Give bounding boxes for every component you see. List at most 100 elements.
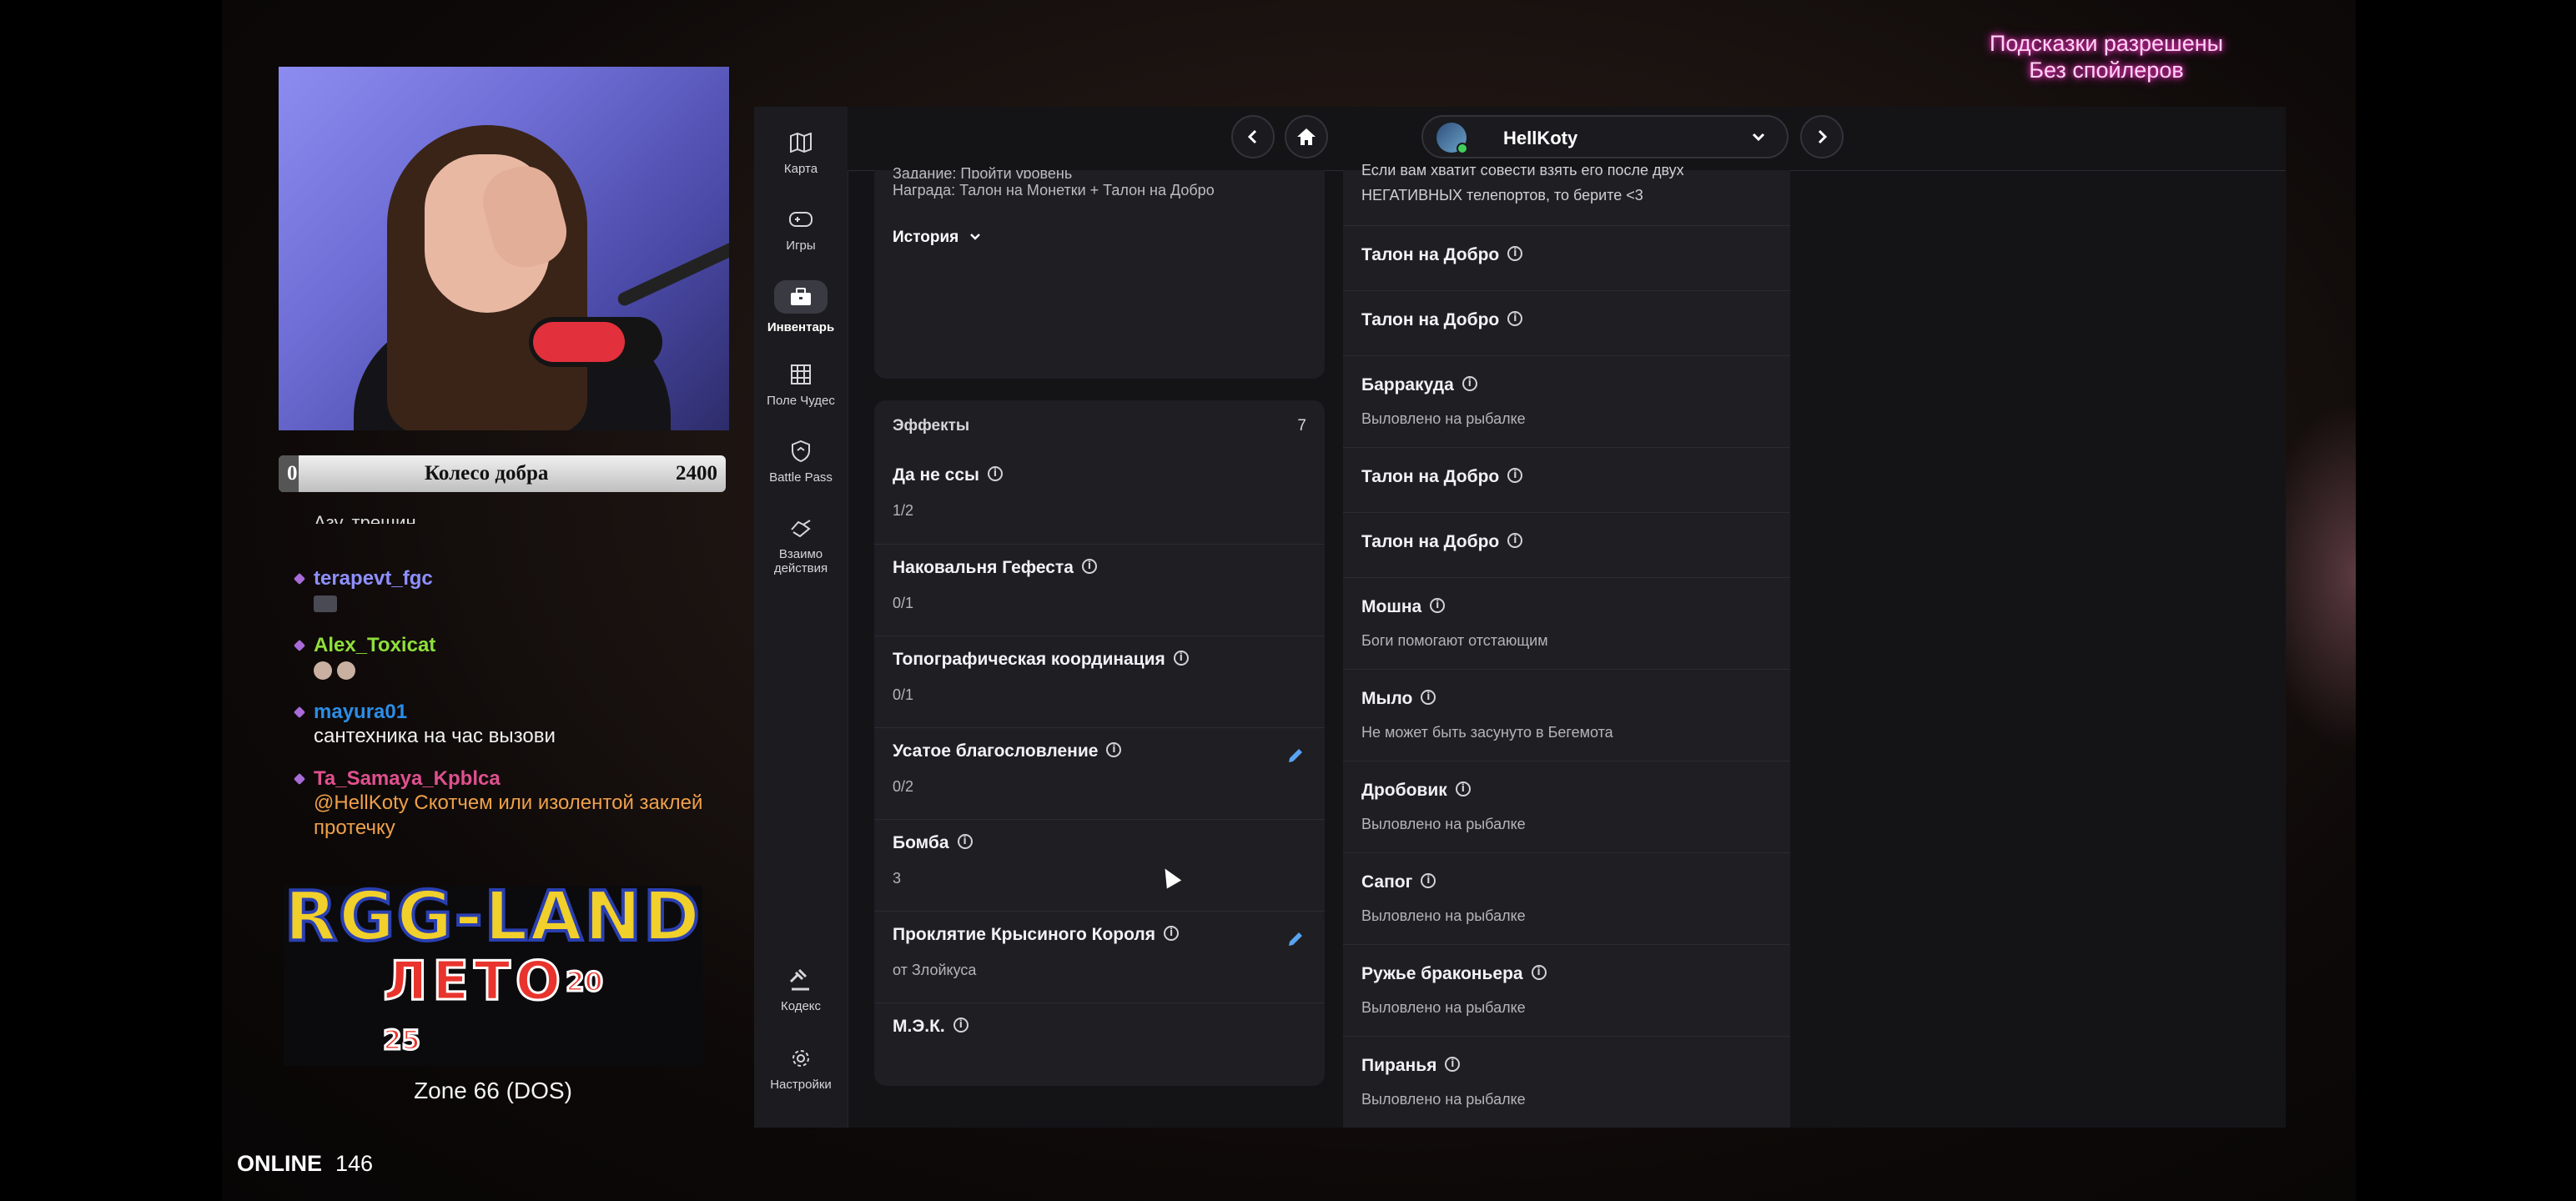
- effect-row: М.Э.К.: [874, 1003, 1325, 1078]
- hints-overlay: Подсказки разрешены Без спойлеров: [1989, 31, 2224, 83]
- wheel-title: Колесо добра: [425, 462, 549, 485]
- online-counter: ONLINE 146: [237, 1151, 374, 1176]
- emote-icon: [314, 661, 332, 680]
- info-icon[interactable]: [1445, 1057, 1461, 1073]
- username: HellKoty: [1503, 128, 1578, 148]
- info-icon[interactable]: [1507, 311, 1523, 327]
- list-item[interactable]: Мошна Боги помогают отстающим: [1343, 577, 1790, 670]
- map-icon: [786, 130, 816, 155]
- info-icon[interactable]: [1507, 246, 1523, 262]
- info-icon[interactable]: [1421, 690, 1436, 706]
- badge-icon: [293, 706, 306, 719]
- sidebar-item-battle-pass[interactable]: Battle Pass: [754, 439, 848, 485]
- info-icon[interactable]: [957, 834, 973, 850]
- effects-panel: Эффекты 7 Да не ссы 1/2 Наковальня Гефес…: [874, 400, 1325, 1086]
- gavel-icon: [786, 967, 816, 992]
- history-toggle[interactable]: История: [893, 229, 982, 247]
- sidebar-item-settings[interactable]: Настройки: [754, 1046, 848, 1092]
- info-icon[interactable]: [1106, 742, 1122, 758]
- info-icon[interactable]: [1164, 926, 1179, 942]
- effect-row: Усатое благословление 0/2: [874, 727, 1325, 820]
- info-icon[interactable]: [1081, 559, 1097, 575]
- wheel-progress-bar: 0 Колесо добра 2400: [279, 455, 726, 492]
- info-icon[interactable]: [1421, 873, 1436, 889]
- wheel-min: 0: [287, 462, 298, 485]
- sidebar-item-games[interactable]: Игры: [754, 207, 848, 253]
- list-item[interactable]: Ружье браконьера Выловлено на рыбалке: [1343, 944, 1790, 1037]
- user-selector[interactable]: HellKoty: [1421, 115, 1789, 158]
- logo-line-1: RGG-LAND: [283, 877, 702, 957]
- chat-message: Alex_Toxicat: [293, 634, 719, 682]
- emote-icon: [337, 661, 355, 680]
- chat-cut-message: Азу. трещин: [314, 512, 416, 524]
- info-icon[interactable]: [1455, 781, 1471, 797]
- inventory-list: Если вам хватит совести взять его после …: [1343, 162, 1790, 1128]
- info-icon[interactable]: [1507, 468, 1523, 484]
- list-item[interactable]: Талон на Добро: [1343, 290, 1790, 356]
- badge-icon: [293, 639, 306, 652]
- avatar: [1436, 123, 1468, 154]
- effect-row: Проклятие Крысиного Короля от Злойкуса: [874, 911, 1325, 1003]
- list-item: Если вам хватит совести взять его после …: [1343, 162, 1790, 226]
- list-item[interactable]: Барракуда Выловлено на рыбалке: [1343, 355, 1790, 448]
- grid-icon: [786, 362, 816, 387]
- chat-username: mayura01: [314, 701, 408, 723]
- chat-username: Ta_Samaya_Kpblca: [314, 767, 501, 790]
- chat-username: terapevt_fgc: [314, 567, 433, 590]
- wheel-max: 2400: [675, 462, 717, 485]
- effect-row: Да не ссы 1/2: [874, 452, 1325, 544]
- chat-username: Alex_Toxicat: [314, 634, 436, 656]
- online-status-icon: [1457, 143, 1468, 154]
- webcam-feed: [279, 67, 729, 430]
- forward-button[interactable]: [1800, 115, 1844, 158]
- sidebar-item-map[interactable]: Карта: [754, 130, 848, 176]
- quest-reward: Награда: Талон на Монетки + Талон на Доб…: [893, 182, 1215, 198]
- emote-icon: [314, 595, 337, 612]
- list-item[interactable]: Талон на Добро: [1343, 225, 1790, 291]
- quest-cut-line: Задание: Пройти уровень: [893, 165, 1073, 178]
- sidebar-item-inventory[interactable]: Инвентарь: [754, 280, 848, 334]
- chevron-right-icon: [1818, 129, 1828, 144]
- briefcase-icon: [774, 280, 828, 314]
- chat-message: mayura01 сантехника на час вызови: [293, 701, 719, 749]
- list-item[interactable]: Пиранья Выловлено на рыбалке: [1343, 1036, 1790, 1128]
- list-item[interactable]: Талон на Добро: [1343, 512, 1790, 578]
- list-item[interactable]: Сапог Выловлено на рыбалке: [1343, 852, 1790, 945]
- logo-line-2: ЛЕТО20 25: [382, 951, 604, 1058]
- chat-text: @HellKoty Скотчем или изолентой заклей п…: [314, 791, 703, 839]
- info-icon[interactable]: [1507, 533, 1523, 549]
- home-button[interactable]: [1285, 115, 1328, 158]
- shield-icon: [786, 439, 816, 464]
- info-icon[interactable]: [987, 466, 1003, 482]
- info-icon[interactable]: [1430, 598, 1446, 614]
- chevron-down-icon: [969, 234, 980, 240]
- chevron-left-icon: [1247, 129, 1257, 144]
- home-icon: [1297, 128, 1316, 145]
- sidebar-item-interactions[interactable]: Взаимо действия: [754, 515, 848, 575]
- chat-text: сантехника на час вызови: [314, 725, 556, 747]
- handshake-icon: [786, 515, 816, 540]
- sidebar-item-wheel[interactable]: Поле Чудес: [754, 362, 848, 408]
- chevron-down-icon: [1752, 133, 1765, 142]
- effects-title: Эффекты: [893, 417, 970, 435]
- effects-count: 7: [1297, 417, 1306, 435]
- info-icon[interactable]: [1462, 376, 1477, 392]
- gear-icon: [786, 1046, 816, 1071]
- list-item[interactable]: Дробовик Выловлено на рыбалке: [1343, 761, 1790, 853]
- list-item[interactable]: Талон на Добро: [1343, 447, 1790, 513]
- list-item[interactable]: Мыло Не может быть засунуто в Бегемота: [1343, 669, 1790, 761]
- edit-icon[interactable]: [1286, 746, 1305, 765]
- info-icon[interactable]: [1173, 651, 1189, 666]
- sidebar: Карта Игры Инвентарь Поле Чудес Battle P…: [754, 107, 848, 1128]
- edit-icon[interactable]: [1286, 930, 1305, 948]
- badge-icon: [293, 572, 306, 585]
- info-icon[interactable]: [953, 1018, 969, 1033]
- back-button[interactable]: [1231, 115, 1275, 158]
- app-window: Карта Игры Инвентарь Поле Чудес Battle P…: [754, 107, 2286, 1128]
- effect-row: Топографическая координация 0/1: [874, 636, 1325, 728]
- sidebar-item-codex[interactable]: Кодекс: [754, 967, 848, 1013]
- current-game: Zone 66 (DOS): [414, 1078, 572, 1103]
- chat-message: Ta_Samaya_Kpblca @HellKoty Скотчем или и…: [293, 767, 719, 841]
- info-icon[interactable]: [1531, 965, 1547, 981]
- gamepad-icon: [786, 207, 816, 232]
